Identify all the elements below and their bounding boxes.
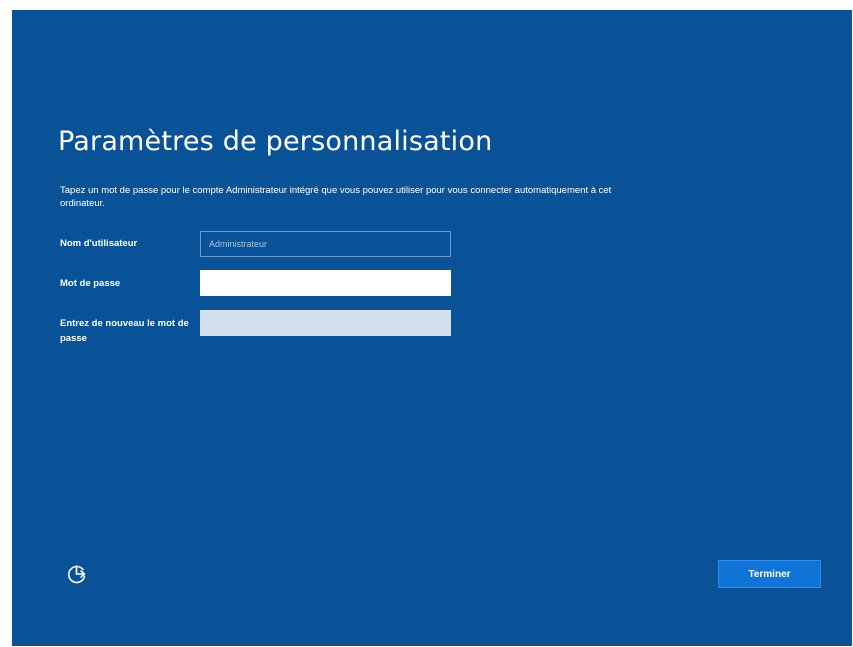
username-label: Nom d'utilisateur [60,238,138,249]
confirm-password-field[interactable] [200,310,451,336]
page-description: Tapez un mot de passe pour le compte Adm… [60,185,612,209]
setup-screen: Paramètres de personnalisation Tapez un … [12,10,852,646]
username-field [200,231,451,257]
finish-button[interactable]: Terminer [718,560,821,588]
confirm-password-label: Entrez de nouveau le mot de passe [60,318,189,344]
ease-of-access-icon[interactable] [64,561,90,587]
password-field[interactable] [200,270,451,296]
password-label: Mot de passe [60,278,121,289]
page-title: Paramètres de personnalisation [58,126,493,157]
